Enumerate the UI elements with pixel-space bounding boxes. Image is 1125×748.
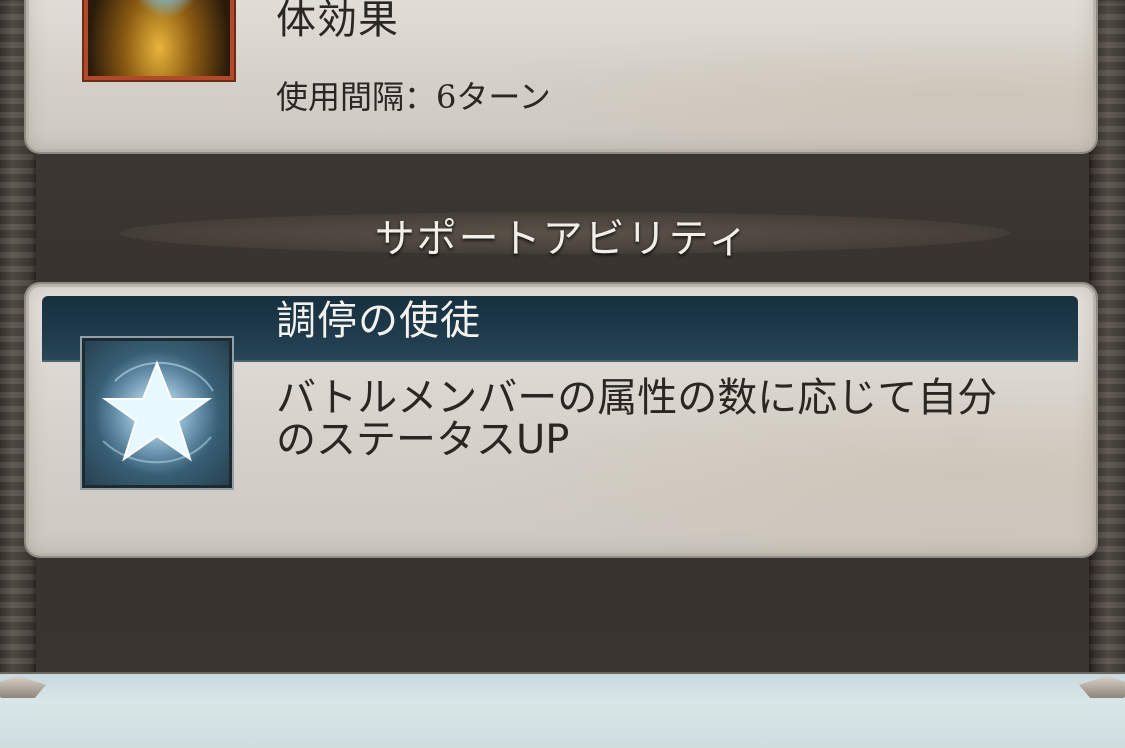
lightning-skill-icon[interactable] (82, 0, 236, 82)
star-icon-graphic (95, 351, 219, 475)
skill-cooldown: 使用間隔：6ターン (276, 78, 551, 116)
bottom-panel (0, 672, 1125, 748)
ability-name: 調停の使徒 (276, 298, 481, 344)
star-icon[interactable] (80, 336, 234, 490)
section-title: サポートアビリティ (374, 216, 751, 262)
ability-detail-screen: 体効果 使用間隔：6ターン サポートアビリティ 調停の使徒 バトルメンバーの属性… (0, 0, 1125, 748)
skill-description: 体効果 (276, 0, 399, 43)
ability-description-line2: のステータスUP (276, 417, 570, 463)
ability-description-line1: バトルメンバーの属性の数に応じて自分 (276, 375, 998, 421)
